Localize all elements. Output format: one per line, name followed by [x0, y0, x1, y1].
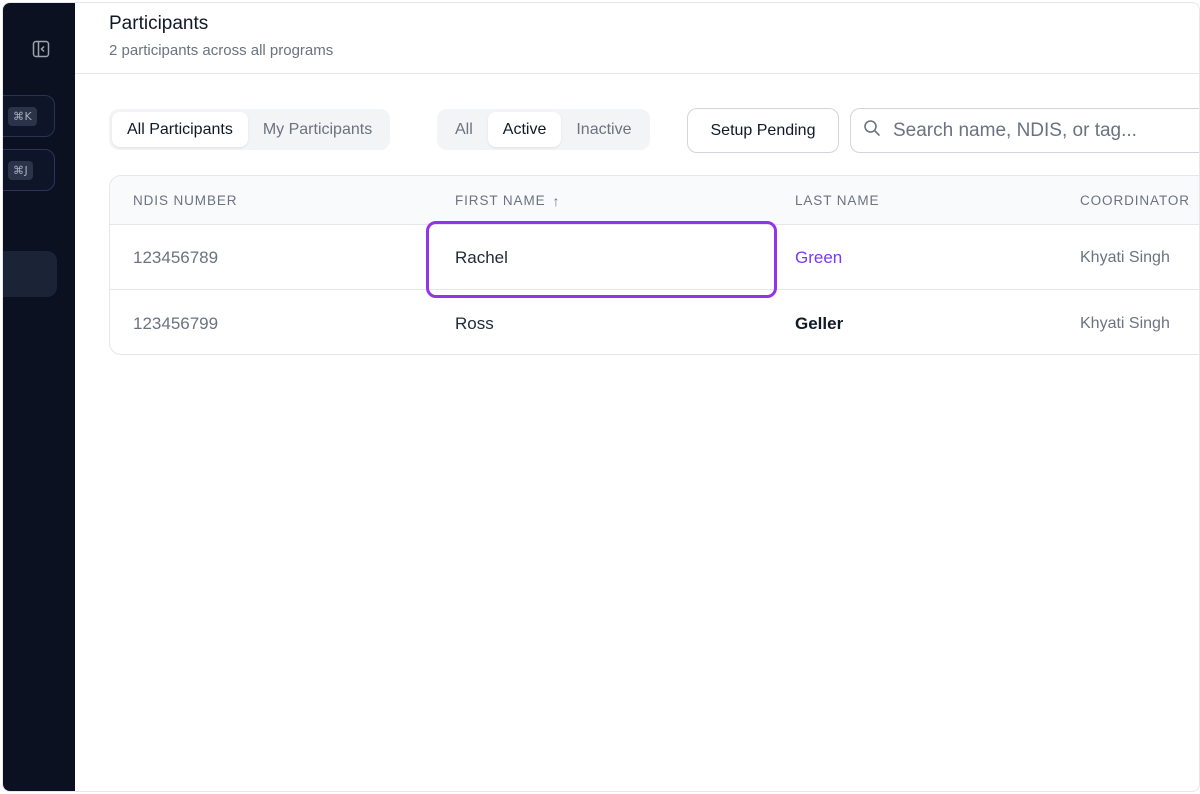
page-title: Participants	[109, 13, 209, 34]
cell-last-name[interactable]: Geller	[795, 291, 843, 354]
column-header-first-name-label: FIRST NAME	[455, 193, 546, 208]
scope-option-my-participants[interactable]: My Participants	[248, 112, 387, 147]
quick-jump-button[interactable]: ⌘J	[3, 149, 55, 191]
cell-ndis: 123456799	[133, 313, 219, 333]
cell-last-name-link[interactable]: Green	[795, 225, 842, 290]
search-box	[850, 108, 1199, 153]
sidebar-collapse-icon[interactable]	[31, 39, 51, 59]
setup-pending-button[interactable]: Setup Pending	[687, 108, 839, 153]
page-subtitle: 2 participants across all programs	[109, 42, 334, 59]
shortcut-j-badge: ⌘J	[8, 160, 34, 180]
command-palette-button[interactable]: ⌘K	[3, 95, 55, 137]
cell-first-name[interactable]: Ross	[455, 291, 494, 354]
search-input[interactable]	[893, 119, 1193, 142]
search-icon	[863, 119, 881, 142]
column-header-coordinator[interactable]: COORDINATOR	[1080, 176, 1190, 225]
table-row[interactable]: 123456789 Rachel Green Khyati Singh	[110, 225, 1199, 290]
status-option-inactive[interactable]: Inactive	[561, 112, 646, 147]
status-option-all[interactable]: All	[440, 112, 488, 147]
scope-option-all-participants[interactable]: All Participants	[112, 112, 248, 147]
sidebar-item-participants[interactable]	[3, 251, 57, 297]
column-header-ndis[interactable]: NDIS NUMBER	[133, 176, 237, 225]
column-header-last-name[interactable]: LAST NAME	[795, 176, 879, 225]
scope-filter: All Participants My Participants	[109, 109, 391, 150]
status-option-active[interactable]: Active	[487, 112, 562, 147]
page-header: Participants 2 participants across all p…	[75, 3, 1199, 74]
cell-ndis: 123456789	[133, 247, 219, 267]
app-window: ⌘K ⌘J Participants 2 participants across…	[2, 2, 1200, 792]
cell-coordinator: Khyati Singh	[1080, 248, 1170, 266]
table-header: NDIS NUMBER FIRST NAME ↑ LAST NAME COORD…	[110, 176, 1199, 225]
column-header-first-name[interactable]: FIRST NAME ↑	[455, 176, 560, 225]
participants-table: NDIS NUMBER FIRST NAME ↑ LAST NAME COORD…	[109, 175, 1199, 355]
sort-ascending-icon: ↑	[552, 192, 561, 209]
table-row[interactable]: 123456799 Ross Geller Khyati Singh	[110, 291, 1199, 354]
cell-coordinator: Khyati Singh	[1080, 314, 1170, 332]
status-filter: All Active Inactive	[437, 109, 650, 150]
shortcut-k-badge: ⌘K	[8, 106, 38, 126]
cell-first-name[interactable]: Rachel	[455, 225, 508, 290]
sidebar: ⌘K ⌘J	[3, 3, 75, 791]
